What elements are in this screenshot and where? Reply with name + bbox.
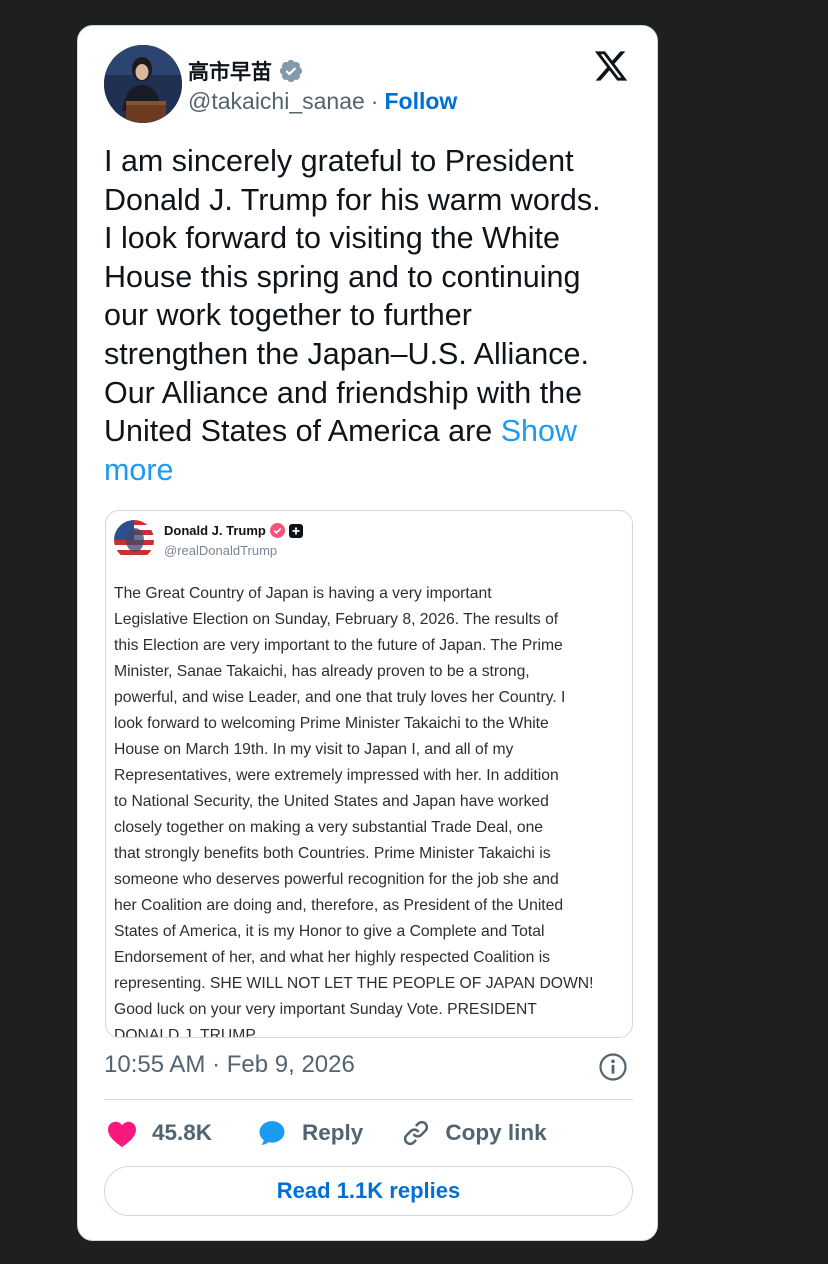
plus-badge-icon (288, 523, 303, 538)
info-icon[interactable] (598, 1052, 628, 1082)
quoted-line: House on March 19th. In my visit to Japa… (114, 741, 514, 758)
tweet-timestamp[interactable]: 10:55 AM · Feb 9, 2026 (104, 1051, 355, 1079)
quoted-line: closely together on making a very substa… (114, 819, 544, 836)
quoted-line: that strongly benefits both Countries. P… (114, 845, 551, 862)
quoted-line: this Election are very important to the … (114, 637, 563, 654)
quoted-post-body: The Great Country of Japan is having a v… (114, 581, 632, 1038)
reply-button[interactable]: Reply (256, 1118, 363, 1148)
tweet-line-with-show-more: United States of America are Show (104, 412, 634, 451)
verified-badge-icon (279, 59, 303, 83)
tweet-line: Donald J. Trump for his warm words. (104, 182, 601, 217)
quoted-line: look forward to welcoming Prime Minister… (114, 715, 549, 732)
quoted-line: Good luck on your very important Sunday … (114, 1001, 537, 1018)
quoted-line: Minister, Sanae Takaichi, has already pr… (114, 663, 530, 680)
quoted-post-image[interactable]: Donald J. Trump @realDonaldTrump The Gre… (105, 510, 633, 1038)
reply-label: Reply (302, 1120, 364, 1145)
quoted-author-avatar (114, 520, 154, 560)
author-name-row[interactable]: 高市早苗 (188, 56, 304, 86)
quoted-line: Endorsement of her, and what her highly … (114, 949, 551, 966)
tweet-text: I am sincerely grateful to President Don… (104, 142, 634, 489)
heart-icon (108, 1121, 136, 1148)
x-logo-icon[interactable] (593, 48, 629, 84)
divider (104, 1099, 633, 1100)
quoted-line: Representatives, were extremely impresse… (114, 767, 559, 784)
read-replies-button[interactable]: Read 1.1K replies (104, 1166, 633, 1216)
tweet-line: United States of America are (104, 414, 501, 449)
tweet-line: I am sincerely grateful to President (104, 144, 574, 178)
quoted-author-name-row: Donald J. Trump (164, 523, 303, 538)
quoted-line: States of America, it is my Honor to giv… (114, 923, 545, 940)
quoted-author-handle: @realDonaldTrump (164, 543, 278, 558)
tweet-embed-card: 高市早苗 @takaichi_sanae · Follow I am since… (77, 25, 658, 1241)
quoted-line: DONALD J. TRUMP (114, 1027, 256, 1038)
quoted-line: The Great Country of Japan is having a v… (114, 585, 492, 602)
copy-link-label: Copy link (445, 1120, 547, 1145)
quoted-line: representing. SHE WILL NOT LET THE PEOPL… (114, 975, 594, 992)
read-replies-label: Read 1.1K replies (276, 1178, 461, 1203)
action-bar: 45.8K Reply Copy link (106, 1116, 547, 1150)
tweet-line: Our Alliance and friendship with the (104, 375, 583, 410)
quoted-line: her Coalition are doing and, therefore, … (114, 897, 564, 914)
reply-bubble-icon (259, 1121, 285, 1145)
quoted-line: Legislative Election on Sunday, February… (114, 611, 559, 628)
verified-badge-icon (269, 523, 285, 538)
quoted-line: powerful, and wise Leader, and one that … (114, 689, 566, 706)
link-icon (404, 1120, 429, 1146)
separator-dot: · (370, 88, 379, 114)
follow-button[interactable]: Follow (384, 88, 457, 115)
show-more-link-continued[interactable]: more (104, 453, 174, 487)
like-button[interactable]: 45.8K (106, 1118, 212, 1148)
author-handle[interactable]: @takaichi_sanae (188, 88, 365, 115)
tweet-line: I look forward to visiting the White (104, 221, 560, 256)
quoted-line: someone who deserves powerful recognitio… (114, 871, 559, 888)
tweet-line: House this spring and to continuing (104, 259, 581, 294)
copy-link-button[interactable]: Copy link (401, 1118, 547, 1148)
author-handle-row: @takaichi_sanae · Follow (188, 88, 457, 115)
show-more-link[interactable]: Show (501, 414, 577, 448)
tweet-line: strengthen the Japan–U.S. Alliance. (104, 336, 589, 371)
quoted-line: to National Security, the United States … (114, 793, 549, 810)
author-avatar[interactable] (104, 45, 182, 123)
like-count: 45.8K (152, 1120, 213, 1145)
tweet-line: our work together to further (104, 298, 472, 333)
author-display-name[interactable]: 高市早苗 (188, 56, 272, 86)
quoted-author-name: Donald J. Trump (164, 523, 266, 538)
